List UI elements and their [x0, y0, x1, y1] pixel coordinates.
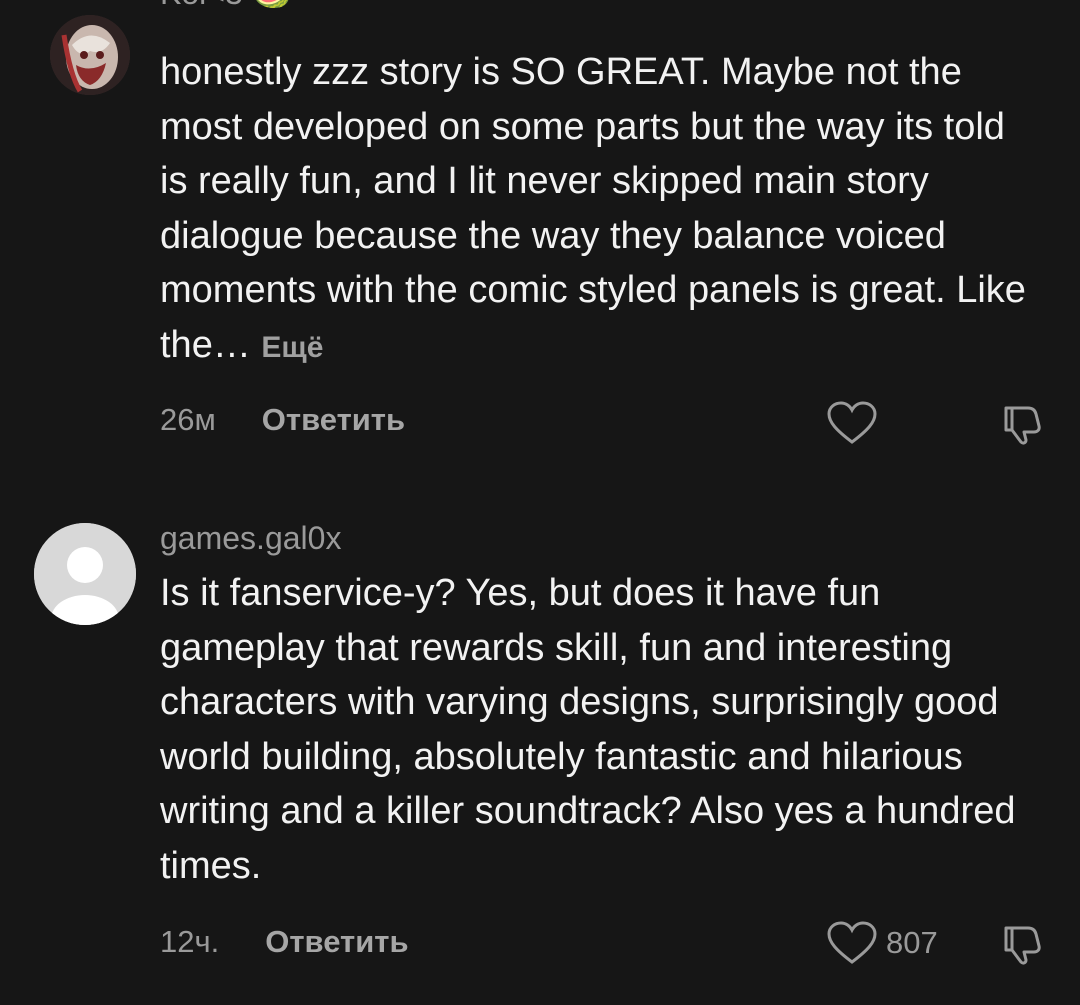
user-avatar[interactable]: [34, 523, 136, 625]
reply-button[interactable]: Ответить: [265, 924, 408, 960]
dislike-button[interactable]: [998, 922, 1042, 971]
comment-time: 12ч.: [160, 924, 220, 959]
like-count: 807: [886, 925, 938, 960]
comment-username[interactable]: games.gal0x: [160, 520, 341, 557]
like-button[interactable]: 807: [826, 920, 938, 966]
comment-text: Is it fanservice-y? Yes, but does it hav…: [160, 572, 1016, 887]
thumbs-down-icon: [1004, 926, 1041, 965]
comment-meta: 12ч. Ответить: [160, 924, 409, 960]
heart-icon: [827, 921, 877, 964]
default-avatar-icon: [34, 523, 136, 625]
comment-item: games.gal0x Is it fanservice-y? Yes, but…: [0, 0, 1080, 1005]
